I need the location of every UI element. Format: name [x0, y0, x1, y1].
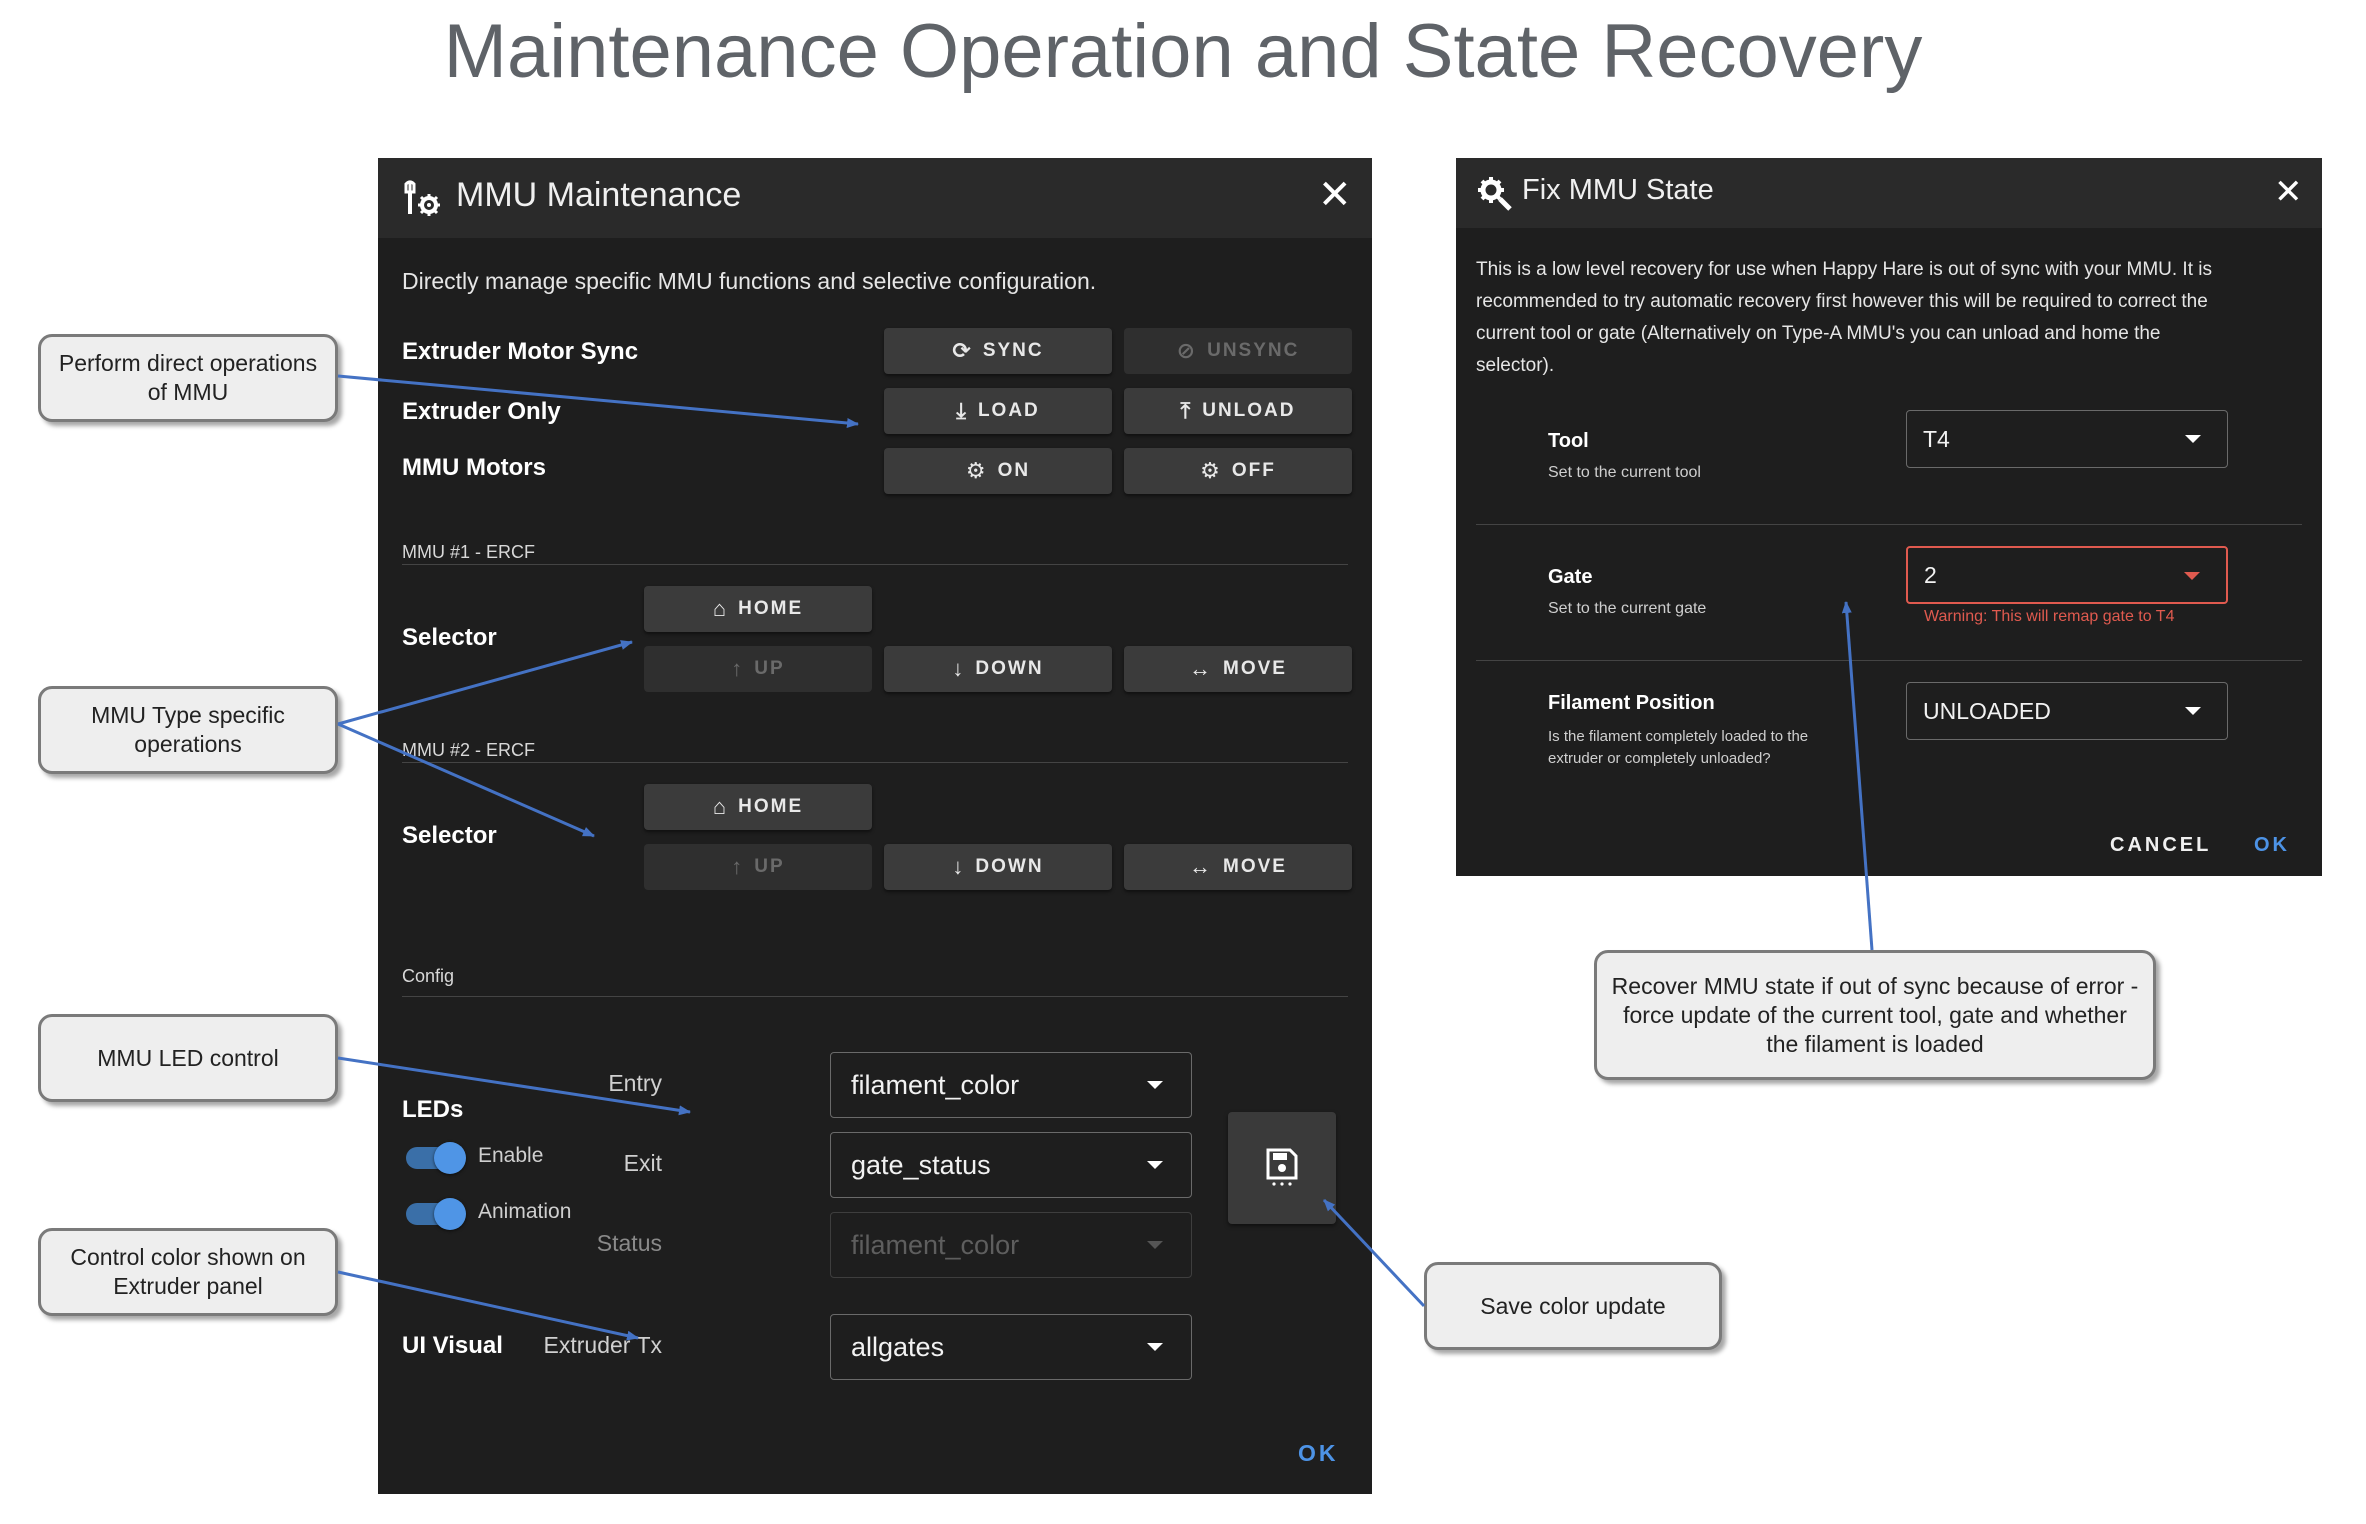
arrow-type-specific-1 [337, 640, 633, 726]
callout-arrows [337, 374, 1874, 1341]
arrow-type-specific-2 [337, 722, 595, 838]
arrow-save-color [1322, 1198, 1426, 1308]
arrow-color-control [337, 1270, 639, 1341]
arrow-recover [1841, 601, 1874, 951]
arrow-direct-operations [337, 374, 859, 428]
arrow-led-control [337, 1056, 691, 1116]
